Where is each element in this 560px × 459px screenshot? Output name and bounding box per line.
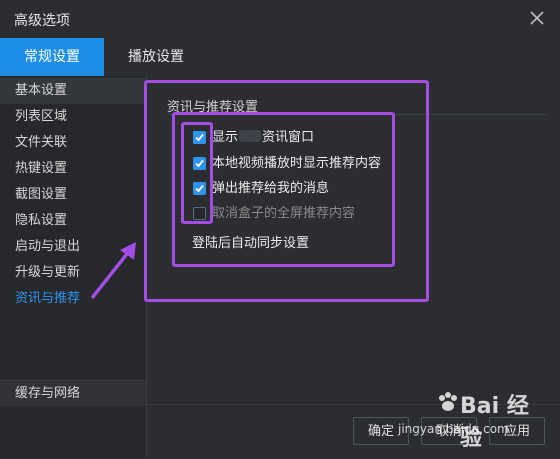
watermark-brand: Bai 经验 [460,394,529,451]
sidebar-item-basic[interactable]: 基本设置 [0,78,146,104]
sidebar-item-hotkeys[interactable]: 热键设置 [0,156,146,182]
sidebar-item-file-association[interactable]: 文件关联 [0,130,146,156]
watermark-url: jingyan.baidu.com [398,422,509,436]
baidu-watermark: Bai 经验 jingyan.baidu.com [398,384,548,451]
paw-icon [439,392,457,411]
highlight-box-checkboxes [181,122,213,224]
sidebar-item-screenshot[interactable]: 截图设置 [0,182,146,208]
window-title: 高级选项 [14,13,70,29]
sidebar-item-cache-network[interactable]: 缓存与网络 [0,380,146,406]
tab-playback-settings[interactable]: 播放设置 [104,38,208,76]
tab-bar: 常规设置 播放设置 [0,38,560,77]
sidebar-item-privacy[interactable]: 隐私设置 [0,208,146,234]
annotation-arrow-icon [90,242,136,300]
sidebar-item-list-area[interactable]: 列表区域 [0,104,146,130]
tab-general-settings[interactable]: 常规设置 [0,38,104,76]
close-icon[interactable] [528,9,546,27]
title-bar: 高级选项 [0,0,560,38]
